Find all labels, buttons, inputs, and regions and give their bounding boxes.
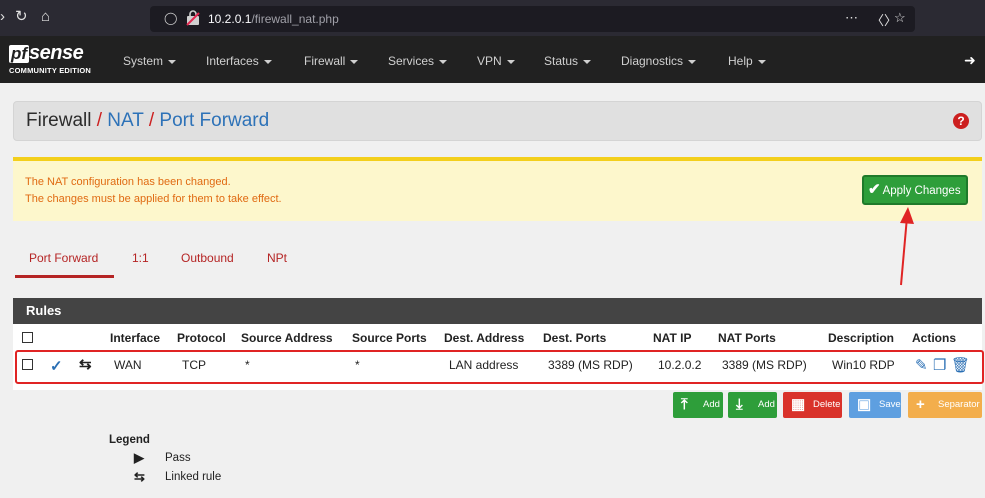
url-path: /firewall_nat.php bbox=[251, 12, 339, 26]
add-bottom-label: Add bbox=[758, 399, 775, 410]
menu-label: Status bbox=[544, 54, 579, 68]
plus-icon: + bbox=[916, 396, 925, 413]
tab-npt[interactable]: NPt bbox=[267, 251, 287, 265]
add-top-button[interactable]: ⤒ Add bbox=[673, 392, 723, 418]
legend-title: Legend bbox=[109, 434, 150, 446]
menu-label: Firewall bbox=[304, 54, 346, 68]
breadcrumb-sep-char: / bbox=[96, 110, 103, 131]
save-label: Save bbox=[879, 399, 901, 410]
caret-down-icon bbox=[350, 59, 359, 64]
floppy-disk-icon: ▣ bbox=[857, 396, 872, 413]
legend-linked-label: Linked rule bbox=[165, 471, 222, 483]
caret-down-icon bbox=[583, 59, 592, 64]
menu-firewall[interactable]: Firewall bbox=[304, 54, 359, 68]
menu-label: Diagnostics bbox=[621, 54, 684, 68]
menu-help[interactable]: Help bbox=[728, 54, 766, 68]
logo-pf: pf bbox=[9, 44, 30, 63]
delete-button[interactable]: ▦ Delete bbox=[783, 392, 842, 418]
breadcrumb-text: Firewall / NAT / Port Forward bbox=[26, 110, 269, 132]
menu-interfaces[interactable]: Interfaces bbox=[206, 54, 272, 68]
breadcrumb-nat[interactable]: NAT bbox=[107, 110, 143, 131]
caret-down-icon bbox=[757, 59, 766, 64]
help-icon[interactable]: ? bbox=[953, 113, 969, 129]
menu-label: VPN bbox=[477, 54, 502, 68]
apply-changes-label: Apply Changes bbox=[882, 185, 961, 197]
breadcrumb-sep: / bbox=[144, 110, 160, 131]
menu-status[interactable]: Status bbox=[544, 54, 592, 68]
col-source-address[interactable]: Source Address bbox=[241, 331, 333, 345]
menu-vpn[interactable]: VPN bbox=[477, 54, 515, 68]
rules-panel-heading: Rules bbox=[13, 298, 982, 324]
shuffle-icon: ⇆ bbox=[134, 469, 145, 484]
logout-icon[interactable]: ➜ bbox=[964, 52, 976, 69]
delete-label: Delete bbox=[813, 399, 841, 410]
menu-system[interactable]: System bbox=[123, 54, 177, 68]
col-interface[interactable]: Interface bbox=[110, 331, 160, 345]
address-bar[interactable]: ◯ 10.2.0.1/firewall_nat.php ⋯ 〈〉 ☆ bbox=[150, 6, 915, 32]
more-icon[interactable]: ⋯ bbox=[845, 10, 858, 26]
active-tab-indicator bbox=[15, 275, 114, 278]
menu-label: System bbox=[123, 54, 164, 68]
shield-icon[interactable]: ◯ bbox=[164, 11, 177, 25]
add-bottom-button[interactable]: ⤓ Add bbox=[728, 392, 777, 418]
menu-label: Help bbox=[728, 54, 753, 68]
separator-label: Separator bbox=[938, 399, 980, 410]
highlighted-rule-row bbox=[15, 350, 984, 384]
breadcrumb-sep: / bbox=[91, 110, 107, 131]
col-dest-address[interactable]: Dest. Address bbox=[444, 331, 524, 345]
pfsense-logo[interactable]: pf sense COMMUNITY EDITION bbox=[9, 42, 91, 75]
breadcrumb-sep-char: / bbox=[148, 110, 155, 131]
insecure-lock-icon[interactable] bbox=[186, 10, 200, 26]
col-nat-ip[interactable]: NAT IP bbox=[653, 331, 691, 345]
col-description[interactable]: Description bbox=[828, 331, 894, 345]
col-nat-ports[interactable]: NAT Ports bbox=[718, 331, 776, 345]
save-button[interactable]: ▣ Save bbox=[849, 392, 901, 418]
menu-services[interactable]: Services bbox=[388, 54, 448, 68]
url-host: 10.2.0.1 bbox=[208, 12, 252, 26]
menu-label: Interfaces bbox=[206, 54, 259, 68]
arrow-down-icon: ⤓ bbox=[736, 396, 743, 413]
url-text: 10.2.0.1/firewall_nat.php bbox=[208, 12, 339, 26]
caret-down-icon bbox=[263, 59, 272, 64]
browser-toolbar: › ↻ ⌂ ◯ 10.2.0.1/firewall_nat.php ⋯ 〈〉 ☆ bbox=[0, 0, 985, 36]
separator-button[interactable]: + Separator bbox=[908, 392, 982, 418]
logo-edition: COMMUNITY EDITION bbox=[9, 66, 92, 75]
nat-changed-alert: The NAT configuration has been changed. … bbox=[13, 157, 982, 221]
col-protocol[interactable]: Protocol bbox=[177, 331, 226, 345]
breadcrumb-port-forward[interactable]: Port Forward bbox=[159, 110, 269, 131]
main-navbar: pf sense COMMUNITY EDITION System Interfa… bbox=[0, 36, 985, 83]
home-icon[interactable]: ⌂ bbox=[41, 9, 50, 25]
play-icon: ▶ bbox=[134, 450, 144, 465]
breadcrumb: Firewall / NAT / Port Forward ? bbox=[13, 101, 982, 141]
reload-icon[interactable]: ↻ bbox=[15, 9, 28, 25]
tab-outbound[interactable]: Outbound bbox=[181, 251, 234, 265]
col-actions: Actions bbox=[912, 331, 957, 345]
menu-label: Services bbox=[388, 54, 435, 68]
rules-title: Rules bbox=[26, 303, 62, 318]
back-icon[interactable]: › bbox=[0, 9, 5, 25]
select-all-checkbox[interactable] bbox=[22, 332, 33, 343]
caret-down-icon bbox=[688, 59, 697, 64]
caret-down-icon bbox=[439, 59, 448, 64]
breadcrumb-firewall: Firewall bbox=[26, 110, 92, 131]
menu-diagnostics[interactable]: Diagnostics bbox=[621, 54, 697, 68]
logo-sense: sense bbox=[29, 42, 84, 64]
alert-line-1: The NAT configuration has been changed. bbox=[25, 176, 231, 188]
arrow-up-icon: ⤒ bbox=[681, 396, 688, 413]
annotation-arrow bbox=[900, 207, 914, 286]
legend-pass-label: Pass bbox=[165, 452, 191, 464]
tab-one-to-one[interactable]: 1:1 bbox=[132, 251, 149, 265]
star-icon[interactable]: ☆ bbox=[894, 10, 906, 26]
col-dest-ports[interactable]: Dest. Ports bbox=[543, 331, 606, 345]
apply-changes-button[interactable]: ✔ Apply Changes bbox=[862, 175, 968, 205]
col-source-ports[interactable]: Source Ports bbox=[352, 331, 427, 345]
caret-down-icon bbox=[168, 59, 177, 64]
alert-line-2: The changes must be applied for them to … bbox=[25, 193, 282, 205]
caret-down-icon bbox=[506, 59, 515, 64]
trash-icon: ▦ bbox=[791, 396, 806, 413]
add-top-label: Add bbox=[703, 399, 720, 410]
tab-port-forward[interactable]: Port Forward bbox=[29, 251, 98, 265]
check-icon: ✔ bbox=[868, 181, 881, 198]
